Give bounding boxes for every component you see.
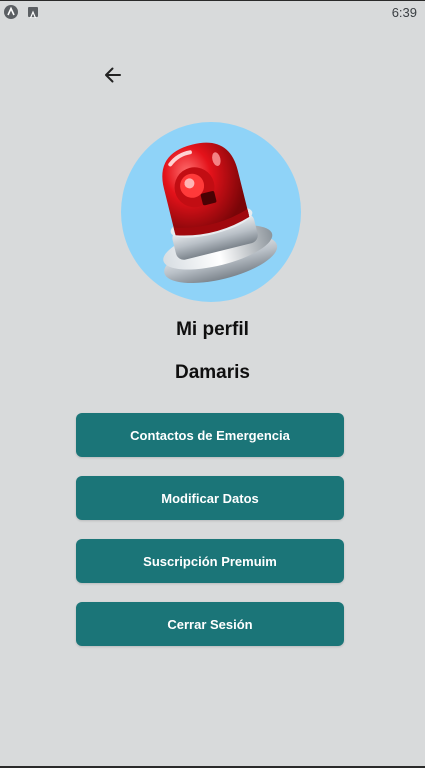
app-notification-icon — [4, 5, 18, 19]
back-button[interactable] — [100, 62, 126, 88]
siren-icon — [162, 142, 278, 284]
edit-data-button[interactable]: Modificar Datos — [76, 476, 344, 520]
arrow-back-icon — [105, 67, 121, 83]
status-bar: 6:39 — [0, 0, 425, 24]
avatar — [121, 122, 301, 302]
user-name: Damaris — [175, 362, 250, 383]
emergency-contacts-button[interactable]: Contactos de Emergencia — [76, 413, 344, 457]
premium-subscription-button[interactable]: Suscripción Premuim — [76, 539, 344, 583]
app-notification-icon — [28, 7, 38, 19]
page-title: Mi perfil — [176, 319, 249, 340]
logout-button[interactable]: Cerrar Sesión — [76, 602, 344, 646]
status-time: 6:39 — [391, 5, 417, 20]
